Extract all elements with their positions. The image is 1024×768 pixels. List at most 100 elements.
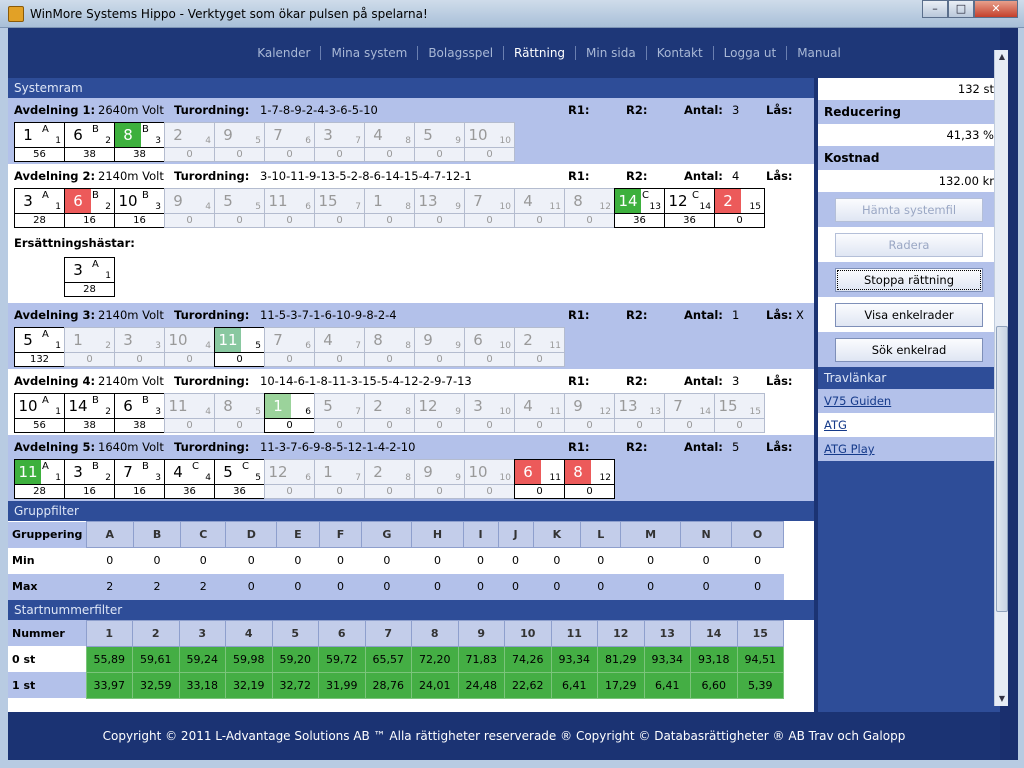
table-cell[interactable]: 65,57 <box>364 645 412 673</box>
horse-box[interactable]: 13 9 0 <box>414 188 465 228</box>
horse-box[interactable]: 9 40 <box>164 188 215 228</box>
minimize-button[interactable]: – <box>922 0 948 18</box>
horse-box[interactable]: 330 <box>114 327 165 367</box>
fetch-system-file-button[interactable]: Hämta systemfil <box>835 197 983 222</box>
scroll-up-icon[interactable]: ▲ <box>995 50 1009 64</box>
table-cell[interactable]: 0 <box>620 547 681 574</box>
stop-correction-button[interactable]: Stoppa rättning <box>835 267 983 292</box>
horse-box[interactable]: 10 4 0 <box>164 327 215 367</box>
nav-item-1[interactable]: Mina system <box>321 46 419 60</box>
nav-item-3[interactable]: Rättning <box>504 46 577 60</box>
table-cell[interactable]: 22,62 <box>504 671 552 699</box>
horse-box[interactable]: 4 80 <box>364 122 415 162</box>
horse-box[interactable]: 15 7 0 <box>314 188 365 228</box>
table-cell[interactable]: 2 <box>180 573 226 600</box>
table-cell[interactable]: 0 <box>225 573 277 600</box>
horse-box[interactable]: 1 70 <box>314 459 365 499</box>
table-cell[interactable]: 0 <box>225 547 277 574</box>
table-cell[interactable]: 0 <box>319 547 362 574</box>
table-cell[interactable]: 55,89 <box>85 645 133 673</box>
horse-box[interactable]: 6 B 2 16 <box>64 188 115 228</box>
horse-box[interactable]: 11 5 0 <box>214 327 265 367</box>
table-cell[interactable]: 0 <box>680 573 732 600</box>
table-cell[interactable]: 0 <box>533 573 581 600</box>
table-cell[interactable]: 2 <box>86 573 134 600</box>
nav-item-4[interactable]: Min sida <box>576 46 647 60</box>
horse-box[interactable]: 2 11 0 <box>514 327 565 367</box>
table-cell[interactable]: 0 <box>463 547 499 574</box>
horse-box[interactable]: 8 50 <box>214 393 265 433</box>
maximize-button[interactable]: □ <box>948 0 974 18</box>
table-cell[interactable]: 0 <box>533 547 581 574</box>
show-single-rows-button[interactable]: Visa enkelrader <box>835 302 983 327</box>
table-cell[interactable]: 93,18 <box>690 645 738 673</box>
table-cell[interactable]: 17,29 <box>597 671 645 699</box>
horse-box[interactable]: 2 15 0 <box>714 188 765 228</box>
horse-box[interactable]: 550 <box>214 188 265 228</box>
horse-box[interactable]: 2 40 <box>164 122 215 162</box>
table-cell[interactable]: 6,41 <box>550 671 598 699</box>
horse-box[interactable]: 9 50 <box>214 122 265 162</box>
table-cell[interactable]: 0 <box>411 547 464 574</box>
horse-box[interactable]: 8 12 0 <box>564 188 615 228</box>
table-cell[interactable]: 0 <box>731 547 784 574</box>
horse-box[interactable]: 1 80 <box>364 188 415 228</box>
horse-box[interactable]: 13 13 0 <box>614 393 665 433</box>
link-atg[interactable]: ATG <box>818 413 1000 437</box>
horse-box[interactable]: 7 14 0 <box>664 393 715 433</box>
table-cell[interactable]: 81,29 <box>597 645 645 673</box>
table-cell[interactable]: 0 <box>411 573 464 600</box>
table-cell[interactable]: 0 <box>86 547 134 574</box>
table-cell[interactable]: 0 <box>731 573 784 600</box>
table-cell[interactable]: 33,18 <box>178 671 226 699</box>
horse-box[interactable]: 5 90 <box>414 122 465 162</box>
table-cell[interactable]: 0 <box>580 573 621 600</box>
nav-item-7[interactable]: Manual <box>787 46 851 60</box>
table-cell[interactable]: 0 <box>180 547 226 574</box>
table-cell[interactable]: 59,61 <box>132 645 180 673</box>
horse-box[interactable]: 1 60 <box>264 393 315 433</box>
nav-item-6[interactable]: Logga ut <box>714 46 788 60</box>
table-cell[interactable]: 59,72 <box>318 645 366 673</box>
table-cell[interactable]: 32,59 <box>132 671 180 699</box>
horse-box[interactable]: 4 11 0 <box>514 393 565 433</box>
link-v75-guiden[interactable]: V75 Guiden <box>818 389 1000 413</box>
table-cell[interactable]: 0 <box>620 573 681 600</box>
table-cell[interactable]: 28,76 <box>364 671 412 699</box>
table-cell[interactable]: 5,39 <box>736 671 784 699</box>
horse-box[interactable]: 10 10 0 <box>464 122 515 162</box>
horse-box[interactable]: 10 B 3 16 <box>114 188 165 228</box>
horse-box[interactable]: 4 11 0 <box>514 188 565 228</box>
table-cell[interactable]: 0 <box>361 547 412 574</box>
horse-box[interactable]: 2 80 <box>364 393 415 433</box>
horse-box[interactable]: 880 <box>364 327 415 367</box>
horse-box[interactable]: 5 A 1 132 <box>14 327 65 367</box>
table-cell[interactable]: 72,20 <box>411 645 459 673</box>
horse-box[interactable]: 14 C 13 36 <box>614 188 665 228</box>
horse-box[interactable]: 14 B 2 38 <box>64 393 115 433</box>
table-cell[interactable]: 33,97 <box>85 671 133 699</box>
horse-box[interactable]: 11 4 0 <box>164 393 215 433</box>
horse-box[interactable]: 3 10 0 <box>464 393 515 433</box>
horse-box[interactable]: 9 12 0 <box>564 393 615 433</box>
table-cell[interactable]: 0 <box>133 547 181 574</box>
table-cell[interactable]: 0 <box>276 547 320 574</box>
table-cell[interactable]: 0 <box>276 573 320 600</box>
horse-box[interactable]: 7 60 <box>264 327 315 367</box>
table-cell[interactable]: 59,20 <box>271 645 319 673</box>
horse-box[interactable]: 12 9 0 <box>414 393 465 433</box>
table-cell[interactable]: 94,51 <box>736 645 784 673</box>
horse-box[interactable]: 10 10 0 <box>464 459 515 499</box>
horse-box[interactable]: 3 70 <box>314 122 365 162</box>
table-cell[interactable]: 0 <box>463 573 499 600</box>
table-cell[interactable]: 0 <box>498 547 534 574</box>
table-cell[interactable]: 2 <box>133 573 181 600</box>
nav-item-5[interactable]: Kontakt <box>647 46 714 60</box>
table-cell[interactable]: 24,48 <box>457 671 505 699</box>
horse-box[interactable]: 8 12 0 <box>564 459 615 499</box>
horse-box[interactable]: 7 60 <box>264 122 315 162</box>
table-cell[interactable]: 31,99 <box>318 671 366 699</box>
scroll-down-icon[interactable]: ▼ <box>995 692 1009 706</box>
close-button[interactable]: ✕ <box>974 0 1018 18</box>
table-cell[interactable]: 32,19 <box>225 671 273 699</box>
